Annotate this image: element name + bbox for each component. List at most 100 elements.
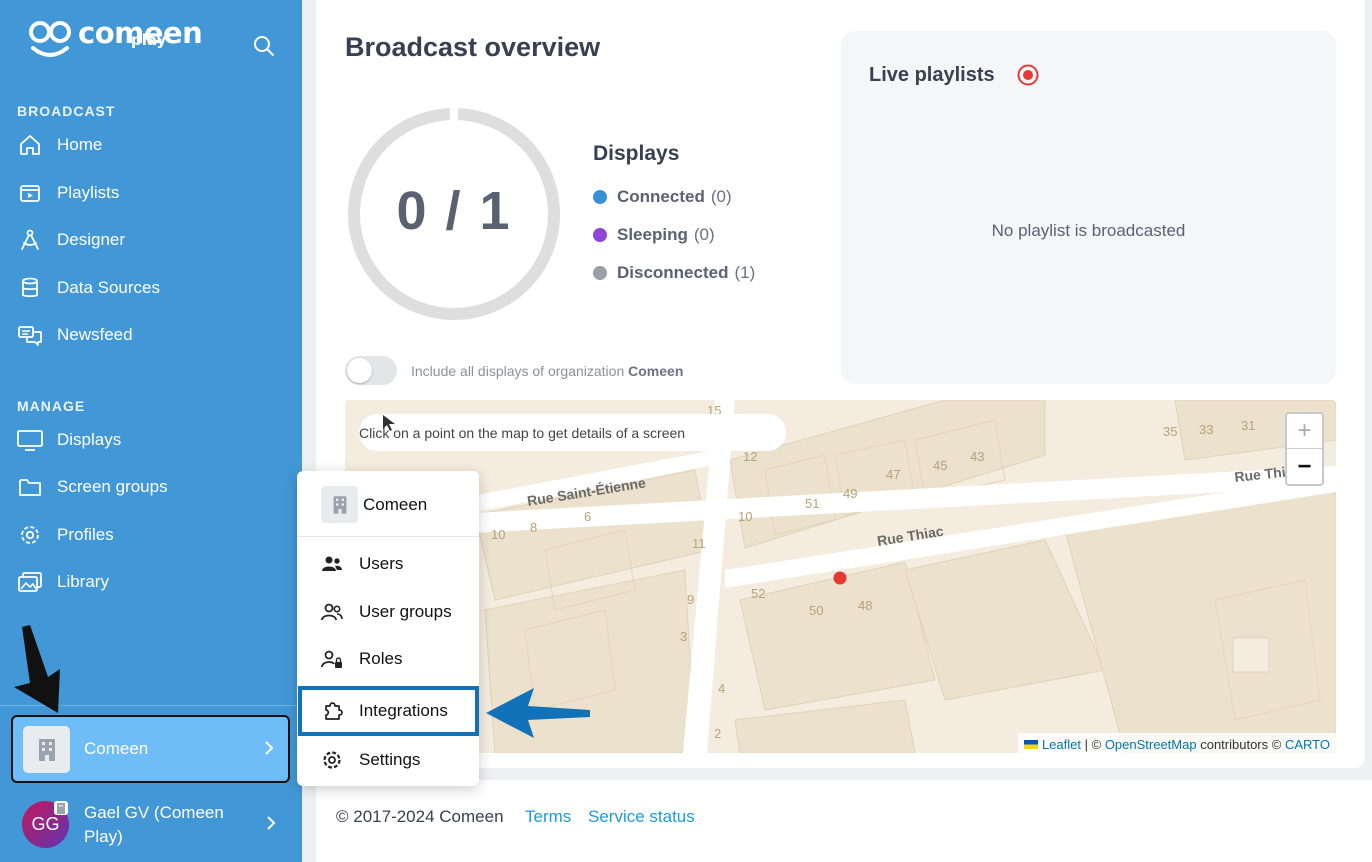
menu-org-header[interactable]: Comeen: [297, 471, 479, 537]
search-icon[interactable]: [252, 34, 276, 58]
live-record-icon: [1017, 64, 1039, 86]
building-badge-icon: [54, 801, 68, 815]
status-dot: [593, 266, 607, 280]
playlist-icon: [17, 180, 43, 206]
sidebar-item-label: Displays: [57, 430, 122, 449]
logo-mark-icon: [29, 21, 71, 57]
sidebar-item-screen-groups[interactable]: Screen groups: [0, 465, 302, 509]
puzzle-icon: [325, 702, 343, 720]
footer: © 2017-2024 Comeen Terms Service status: [316, 780, 1372, 862]
house-number: 43: [970, 449, 984, 464]
osm-link[interactable]: OpenStreetMap: [1105, 737, 1197, 752]
legend-count: (0): [693, 225, 715, 244]
menu-item-label: User groups: [359, 602, 452, 621]
legend-count: (0): [710, 187, 732, 206]
legend-count: (1): [734, 263, 756, 282]
house-number: 11: [692, 536, 706, 551]
sidebar-item-newsfeed[interactable]: Newsfeed: [0, 313, 302, 357]
user-groups-icon: [321, 603, 343, 621]
attribution-separator: | ©: [1084, 736, 1102, 752]
house-number: 45: [933, 458, 947, 473]
toggle-label: Include all displays of organization Com…: [411, 363, 683, 379]
map-zoom-control: + −: [1285, 412, 1324, 486]
cursor-icon: [383, 415, 395, 431]
home-icon: [17, 132, 43, 158]
logo-sub: play: [131, 31, 167, 49]
house-number: 47: [886, 467, 900, 482]
sidebar-item-designer[interactable]: Designer: [0, 218, 302, 262]
chevron-right-icon: [265, 741, 274, 755]
zoom-out-button[interactable]: −: [1287, 449, 1322, 484]
live-playlists-title: Live playlists: [869, 64, 995, 86]
annotation-arrow-left-icon: [486, 688, 590, 738]
toggle-knob: [347, 358, 372, 383]
status-dot: [593, 228, 607, 242]
sidebar-item-playlists[interactable]: Playlists: [0, 171, 302, 215]
leaflet-link[interactable]: Leaflet: [1042, 737, 1081, 752]
gear-icon: [323, 751, 341, 769]
carto-link[interactable]: CARTO: [1285, 737, 1330, 752]
ukraine-flag-icon: [1023, 739, 1038, 749]
sidebar-item-home[interactable]: Home: [0, 123, 302, 167]
house-number: 8: [530, 520, 537, 535]
section-label-manage: MANAGE: [17, 398, 86, 414]
menu-item-label: Users: [359, 554, 404, 573]
sidebar-item-label: Screen groups: [57, 477, 168, 496]
organization-switcher[interactable]: Comeen: [11, 715, 290, 783]
sidebar-item-library[interactable]: Library: [0, 560, 302, 604]
comeen-play-logo[interactable]: comeen: [28, 18, 203, 62]
house-number: 6: [584, 509, 591, 524]
status-dot: [593, 190, 607, 204]
folder-icon: [17, 474, 43, 500]
user-name: Gael GV (Comeen Play): [84, 803, 224, 846]
map-hint: Click on a point on the map to get detai…: [359, 414, 786, 451]
menu-item-users[interactable]: Users: [297, 541, 479, 585]
sidebar: comeen play BROADCAST Home Playlists Des…: [0, 0, 302, 862]
sidebar-item-profiles[interactable]: Profiles: [0, 513, 302, 557]
legend-connected: Connected (0): [593, 187, 732, 207]
service-status-link[interactable]: Service status: [588, 807, 695, 827]
house-number: 31: [1241, 418, 1255, 433]
annotation-arrow-down-icon: [14, 625, 60, 713]
sidebar-item-label: Profiles: [57, 525, 114, 544]
empty-state: No playlist is broadcasted: [991, 221, 1186, 240]
house-number: 33: [1199, 422, 1213, 437]
chevron-right-icon: [267, 816, 276, 830]
menu-item-label: Settings: [359, 750, 421, 769]
displays-title: Displays: [593, 142, 680, 165]
image-library-icon: [17, 569, 43, 595]
house-number: 10: [491, 527, 505, 542]
menu-item-settings[interactable]: Settings: [297, 737, 479, 781]
sidebar-item-data-sources[interactable]: Data Sources: [0, 266, 302, 310]
toggle-label-org: Comeen: [628, 363, 684, 379]
monitor-icon: [17, 427, 43, 453]
building-icon: [321, 486, 358, 523]
display-marker[interactable]: [833, 571, 847, 585]
user-menu[interactable]: GG Gael GV (Comeen Play): [0, 792, 302, 862]
terms-link[interactable]: Terms: [525, 807, 571, 827]
legend-label: Connected: [617, 187, 705, 206]
database-icon: [17, 275, 43, 301]
organization-menu: Comeen Users User groups Roles Integrati…: [297, 471, 479, 786]
include-all-displays-toggle[interactable]: [345, 356, 397, 385]
menu-item-roles[interactable]: Roles: [297, 636, 479, 680]
sidebar-item-label: Playlists: [57, 183, 120, 202]
house-number: 2: [714, 726, 721, 741]
legend-label: Sleeping: [617, 225, 688, 244]
house-number: 48: [858, 598, 872, 613]
designer-icon: [17, 227, 43, 253]
displays-ratio: 0 / 1: [396, 181, 512, 241]
menu-item-user-groups[interactable]: User groups: [297, 589, 479, 633]
toggle-label-text: Include all displays of organization: [411, 363, 625, 379]
house-number: 52: [751, 586, 765, 601]
sidebar-item-label: Home: [57, 135, 103, 154]
sidebar-item-label: Newsfeed: [57, 325, 133, 344]
house-number: 12: [743, 449, 757, 464]
menu-item-integrations[interactable]: Integrations: [298, 686, 479, 736]
house-number: 3: [680, 629, 687, 644]
live-playlists-panel: Live playlists No playlist is broadcaste…: [841, 31, 1336, 384]
sidebar-item-displays[interactable]: Displays: [0, 418, 302, 462]
copyright: © 2017-2024 Comeen: [336, 807, 504, 826]
zoom-in-button[interactable]: +: [1287, 414, 1322, 449]
house-number: 9: [687, 592, 694, 607]
